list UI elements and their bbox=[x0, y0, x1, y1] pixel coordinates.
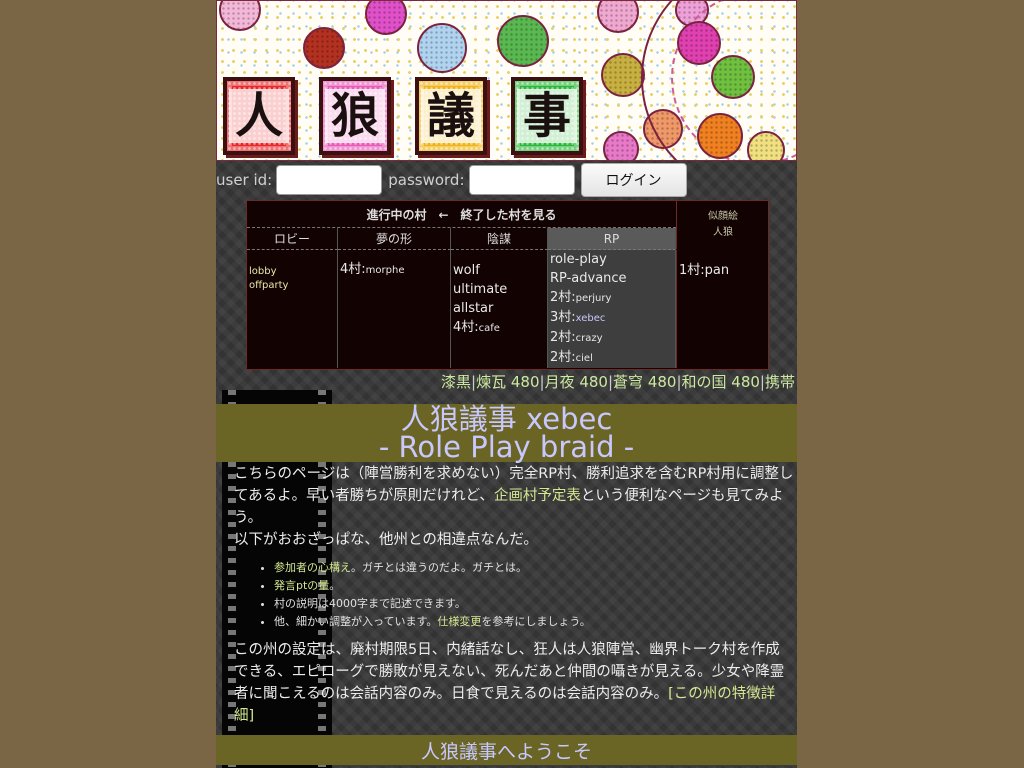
style-link-tsukiyo[interactable]: 月夜 480 bbox=[545, 373, 608, 391]
list-item: 参加者の心構え。ガチとは違うのだよ。ガチとは。 bbox=[274, 560, 794, 576]
password-input[interactable] bbox=[468, 164, 575, 195]
village-link-lobby[interactable]: lobby bbox=[249, 265, 335, 279]
rp-column: role-play RP-advance 2村:perjury 3村:xebec… bbox=[548, 250, 676, 368]
title-line-2: - Role Play braid - bbox=[378, 430, 635, 464]
intro-differences: 以下がおおざっぱな、他州との相違点なんだ。 bbox=[234, 532, 538, 548]
title-line-1: 人狼議事 xebec bbox=[400, 402, 613, 436]
list-item: 村の説明は4000字まで記述できます。 bbox=[274, 596, 794, 612]
login-form: user id: password: ログイン bbox=[216, 161, 797, 198]
village-link-perjury[interactable]: 2村:perjury bbox=[550, 288, 673, 308]
village-link-wolf[interactable]: wolf bbox=[453, 261, 545, 280]
user-id-input[interactable] bbox=[276, 164, 383, 195]
column-header-rp: RP bbox=[548, 228, 676, 250]
paw-ball-icon bbox=[417, 23, 467, 73]
village-link-ciel[interactable]: 2村:ciel bbox=[550, 348, 673, 368]
rules-list: 参加者の心構え。ガチとは違うのだよ。ガチとは。 発言ptの量。 村の説明は400… bbox=[256, 558, 794, 632]
village-link-morphe[interactable]: 4村:morphe bbox=[340, 260, 448, 280]
paw-ball-icon bbox=[365, 1, 407, 35]
village-link-crazy[interactable]: 2村:crazy bbox=[550, 328, 673, 348]
village-link-ultimate[interactable]: ultimate bbox=[453, 280, 545, 299]
village-table-header[interactable]: 進行中の村 ← 終了した村を見る bbox=[247, 201, 676, 228]
mindset-link[interactable]: 参加者の心構え bbox=[274, 561, 351, 574]
column-header-conspiracy: 陰謀 bbox=[451, 228, 548, 250]
village-link-cafe[interactable]: 4村:cafe bbox=[453, 318, 545, 338]
login-button[interactable]: ログイン bbox=[580, 162, 687, 197]
paw-ball-icon bbox=[677, 21, 721, 65]
settings-paragraph: この州の設定は、廃村期限5日、内緒話なし、狂人は人狼陣営、幽界トーク村を作成でき… bbox=[234, 642, 785, 724]
banner-kanji-gi: 議 bbox=[415, 77, 487, 155]
paw-ball-icon bbox=[597, 1, 639, 33]
lobby-column: lobby offparty bbox=[247, 250, 338, 368]
style-link-mobile[interactable]: 携帯 bbox=[765, 373, 795, 391]
village-link-rp-advance[interactable]: RP-advance bbox=[550, 269, 673, 288]
list-item: 他、細かい調整が入っています。仕様変更を参考にしましょう。 bbox=[274, 614, 794, 630]
column-header-dream: 夢の形 bbox=[338, 228, 451, 250]
list-item: 発言ptの量。 bbox=[274, 578, 794, 594]
paw-ball-icon bbox=[747, 131, 785, 160]
side-label-portrait: 似顔絵 bbox=[708, 211, 738, 222]
paw-ball-icon bbox=[497, 15, 549, 67]
paw-ball-icon bbox=[697, 113, 743, 159]
style-link-soukyuu[interactable]: 蒼穹 480 bbox=[613, 373, 676, 391]
welcome-heading: 人狼議事へようこそ bbox=[216, 735, 797, 765]
speech-pt-link[interactable]: 発言ptの量 bbox=[274, 579, 329, 592]
style-switcher: 漆黒|煉瓦 480|月夜 480|蒼穹 480|和の国 480|携帯 bbox=[441, 373, 795, 391]
village-link-allstar[interactable]: allstar bbox=[453, 299, 545, 318]
event-schedule-link[interactable]: 企画村予定表 bbox=[494, 488, 581, 504]
spec-change-link[interactable]: 仕様変更 bbox=[437, 615, 481, 628]
dream-column: 4村:morphe bbox=[338, 250, 451, 368]
paw-ball-icon bbox=[303, 27, 345, 69]
portrait-style-header: 似顔絵 人狼 bbox=[676, 201, 769, 249]
village-link-offparty[interactable]: offparty bbox=[249, 279, 335, 293]
page-container: 人 狼 議 事 user id: password: ログイン 進行中の村 ← … bbox=[216, 0, 797, 768]
side-label-werewolf: 人狼 bbox=[713, 227, 733, 238]
style-link-renga[interactable]: 煉瓦 480 bbox=[476, 373, 539, 391]
user-id-label: user id: bbox=[216, 170, 273, 189]
village-link-xebec[interactable]: 3村:xebec bbox=[550, 308, 673, 328]
column-header-lobby: ロビー bbox=[247, 228, 338, 250]
paw-ball-icon bbox=[601, 53, 645, 97]
style-link-shikkoku[interactable]: 漆黒 bbox=[441, 373, 471, 391]
intro-paragraph: こちらのページは（陣営勝利を求めない）完全RP村、勝利追求を含むRP村用に調整し… bbox=[234, 466, 794, 548]
village-link-role-play[interactable]: role-play bbox=[550, 250, 673, 269]
banner-kanji-ji: 事 bbox=[511, 77, 583, 155]
password-label: password: bbox=[388, 170, 465, 189]
paw-ball-icon bbox=[711, 55, 755, 99]
banner-kanji-ookami: 狼 bbox=[319, 77, 391, 155]
site-banner[interactable]: 人 狼 議 事 bbox=[216, 0, 797, 161]
portrait-column: 1村:pan bbox=[676, 250, 768, 368]
paw-ball-icon bbox=[603, 131, 639, 160]
village-link-pan[interactable]: 1村:pan bbox=[679, 261, 766, 280]
banner-kanji-hito: 人 bbox=[223, 77, 295, 155]
paw-ball-icon bbox=[219, 1, 261, 31]
style-link-wanokuni[interactable]: 和の国 480 bbox=[682, 373, 760, 391]
conspiracy-column: wolf ultimate allstar 4村:cafe bbox=[451, 250, 548, 368]
village-table: 進行中の村 ← 終了した村を見る 似顔絵 人狼 ロビー 夢の形 陰謀 RP lo… bbox=[246, 200, 769, 370]
page-title: 人狼議事 xebec - Role Play braid - bbox=[216, 404, 797, 462]
